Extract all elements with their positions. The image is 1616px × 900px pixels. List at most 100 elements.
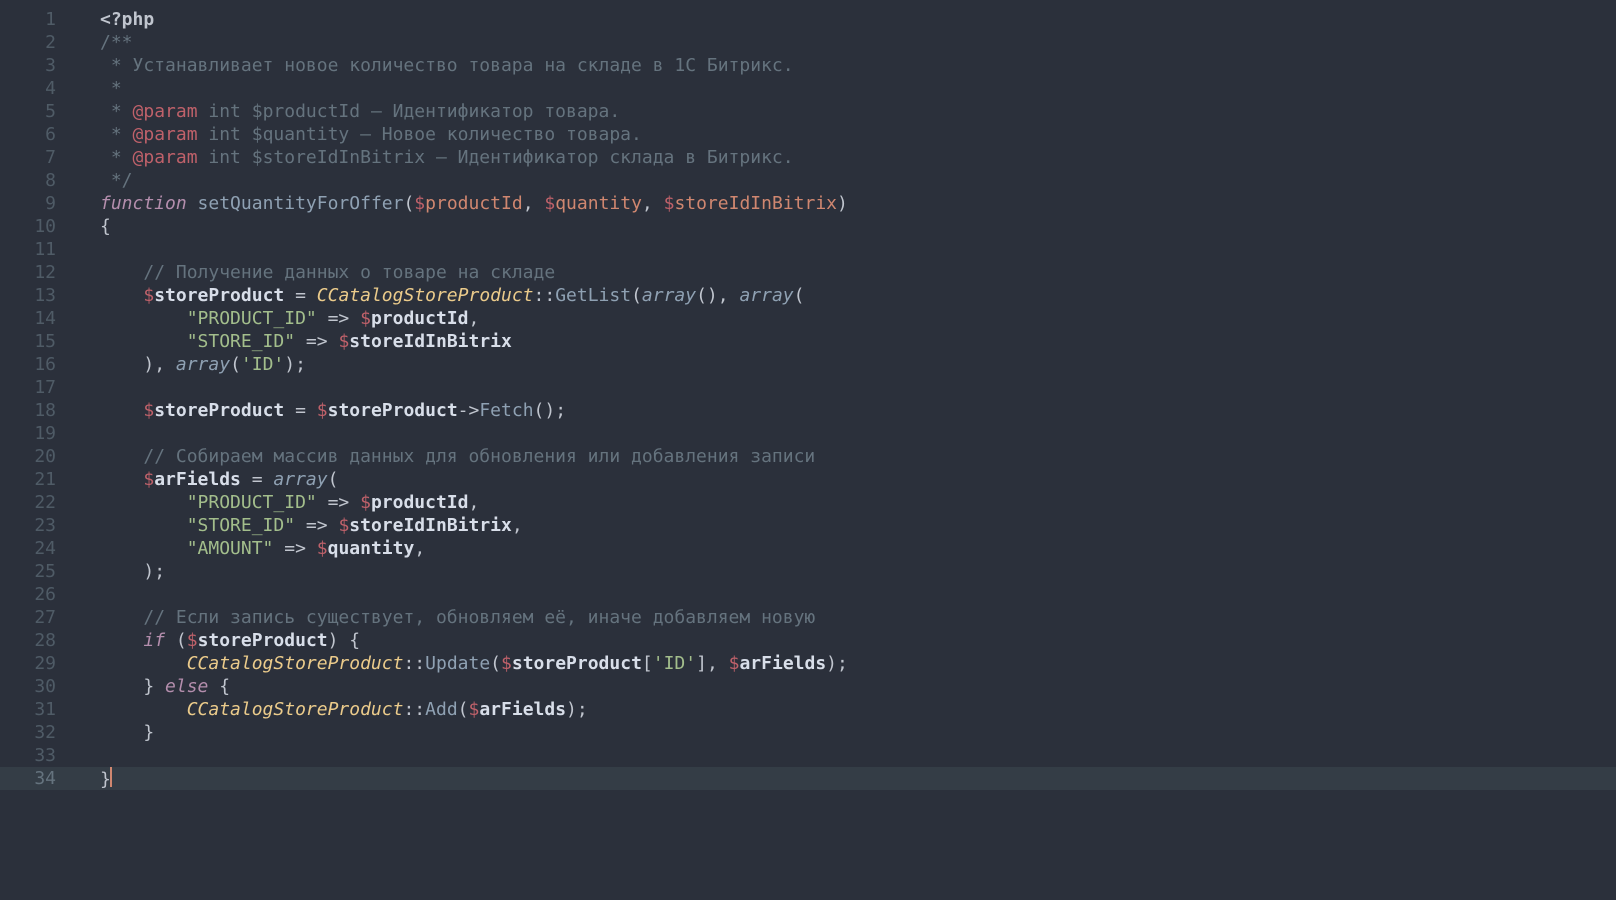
token: { (100, 216, 111, 237)
line-number: 32 (0, 721, 90, 744)
token: ( (230, 354, 241, 375)
code-line[interactable]: /** (90, 31, 1616, 54)
token: int $quantity – Новое количество товара. (198, 124, 642, 145)
token: [ (642, 653, 653, 674)
token: quantity (328, 538, 415, 559)
token: CCatalogStoreProduct (187, 653, 404, 674)
code-line[interactable] (90, 744, 1616, 767)
token (100, 285, 143, 306)
code-line[interactable]: function setQuantityForOffer($productId,… (90, 192, 1616, 215)
token (100, 630, 143, 651)
token (100, 653, 187, 674)
code-line[interactable]: * (90, 77, 1616, 100)
token: , (414, 538, 425, 559)
token: ( (403, 193, 414, 214)
token: * (100, 78, 122, 99)
token: ); (284, 354, 306, 375)
code-line[interactable] (90, 422, 1616, 445)
code-line[interactable]: // Получение данных о товаре на складе (90, 261, 1616, 284)
token: $ (360, 492, 371, 513)
line-number: 14 (0, 307, 90, 330)
token: ); (826, 653, 848, 674)
code-line[interactable]: * @param int $quantity – Новое количеств… (90, 123, 1616, 146)
token (100, 446, 143, 467)
code-line[interactable] (90, 238, 1616, 261)
token: $ (360, 308, 371, 329)
code-line[interactable]: "PRODUCT_ID" => $productId, (90, 491, 1616, 514)
token: int $storeIdInBitrix – Идентификатор скл… (198, 147, 794, 168)
code-editor[interactable]: 1234567891011121314151617181920212223242… (0, 0, 1616, 900)
code-line[interactable]: // Собираем массив данных для обновления… (90, 445, 1616, 468)
token: CCatalogStoreProduct (187, 699, 404, 720)
token: ); (143, 561, 165, 582)
token: , (512, 515, 523, 536)
code-line[interactable]: * @param int $productId – Идентификатор … (90, 100, 1616, 123)
token: storeIdInBitrix (674, 193, 837, 214)
code-line[interactable]: } (90, 767, 1616, 790)
token (100, 607, 143, 628)
token: ( (631, 285, 642, 306)
code-line[interactable]: $storeProduct = CCatalogStoreProduct::Ge… (90, 284, 1616, 307)
token: , (642, 193, 664, 214)
token: } (143, 676, 165, 697)
token: ( (794, 285, 805, 306)
token: :: (403, 653, 425, 674)
code-line[interactable]: "STORE_ID" => $storeIdInBitrix (90, 330, 1616, 353)
token: storeProduct (154, 400, 284, 421)
code-line[interactable]: // Если запись существует, обновляем её,… (90, 606, 1616, 629)
token: $ (664, 193, 675, 214)
token: <?php (100, 9, 154, 30)
token: => (317, 308, 360, 329)
code-line[interactable] (90, 376, 1616, 399)
line-number: 30 (0, 675, 90, 698)
token (100, 722, 143, 743)
token: $ (338, 331, 349, 352)
token: array (642, 285, 696, 306)
line-number: 22 (0, 491, 90, 514)
code-line[interactable]: } else { (90, 675, 1616, 698)
token: setQuantityForOffer (198, 193, 404, 214)
code-line[interactable]: * Устанавливает новое количество товара … (90, 54, 1616, 77)
token: , (469, 308, 480, 329)
code-line[interactable]: $storeProduct = $storeProduct->Fetch(); (90, 399, 1616, 422)
token: , (469, 492, 480, 513)
code-line[interactable]: */ (90, 169, 1616, 192)
token: storeProduct (198, 630, 328, 651)
token (100, 492, 187, 513)
token (100, 400, 143, 421)
code-line[interactable]: <?php (90, 8, 1616, 31)
code-line[interactable]: "PRODUCT_ID" => $productId, (90, 307, 1616, 330)
code-line[interactable]: { (90, 215, 1616, 238)
token: ( (165, 630, 187, 651)
line-number: 25 (0, 560, 90, 583)
line-number: 4 (0, 77, 90, 100)
line-number: 23 (0, 514, 90, 537)
token: // Если запись существует, обновляем её,… (143, 607, 815, 628)
code-line[interactable]: CCatalogStoreProduct::Update($storeProdu… (90, 652, 1616, 675)
code-line[interactable]: "AMOUNT" => $quantity, (90, 537, 1616, 560)
token: $ (143, 285, 154, 306)
line-number: 11 (0, 238, 90, 261)
code-line[interactable]: * @param int $storeIdInBitrix – Идентифи… (90, 146, 1616, 169)
code-line[interactable]: CCatalogStoreProduct::Add($arFields); (90, 698, 1616, 721)
code-line[interactable] (90, 583, 1616, 606)
line-number: 20 (0, 445, 90, 468)
code-line[interactable]: "STORE_ID" => $storeIdInBitrix, (90, 514, 1616, 537)
token: /** (100, 32, 133, 53)
code-line[interactable]: if ($storeProduct) { (90, 629, 1616, 652)
token: ( (328, 469, 339, 490)
code-line[interactable]: ); (90, 560, 1616, 583)
line-number: 33 (0, 744, 90, 767)
code-line[interactable]: } (90, 721, 1616, 744)
code-line[interactable]: ), array('ID'); (90, 353, 1616, 376)
token: ( (490, 653, 501, 674)
token: * (100, 147, 133, 168)
line-number: 19 (0, 422, 90, 445)
token: $ (317, 400, 328, 421)
token: Add (425, 699, 458, 720)
code-area[interactable]: <?php/** * Устанавливает новое количеств… (90, 0, 1616, 900)
code-line[interactable]: $arFields = array( (90, 468, 1616, 491)
token: , (523, 193, 545, 214)
line-number: 15 (0, 330, 90, 353)
line-number: 31 (0, 698, 90, 721)
